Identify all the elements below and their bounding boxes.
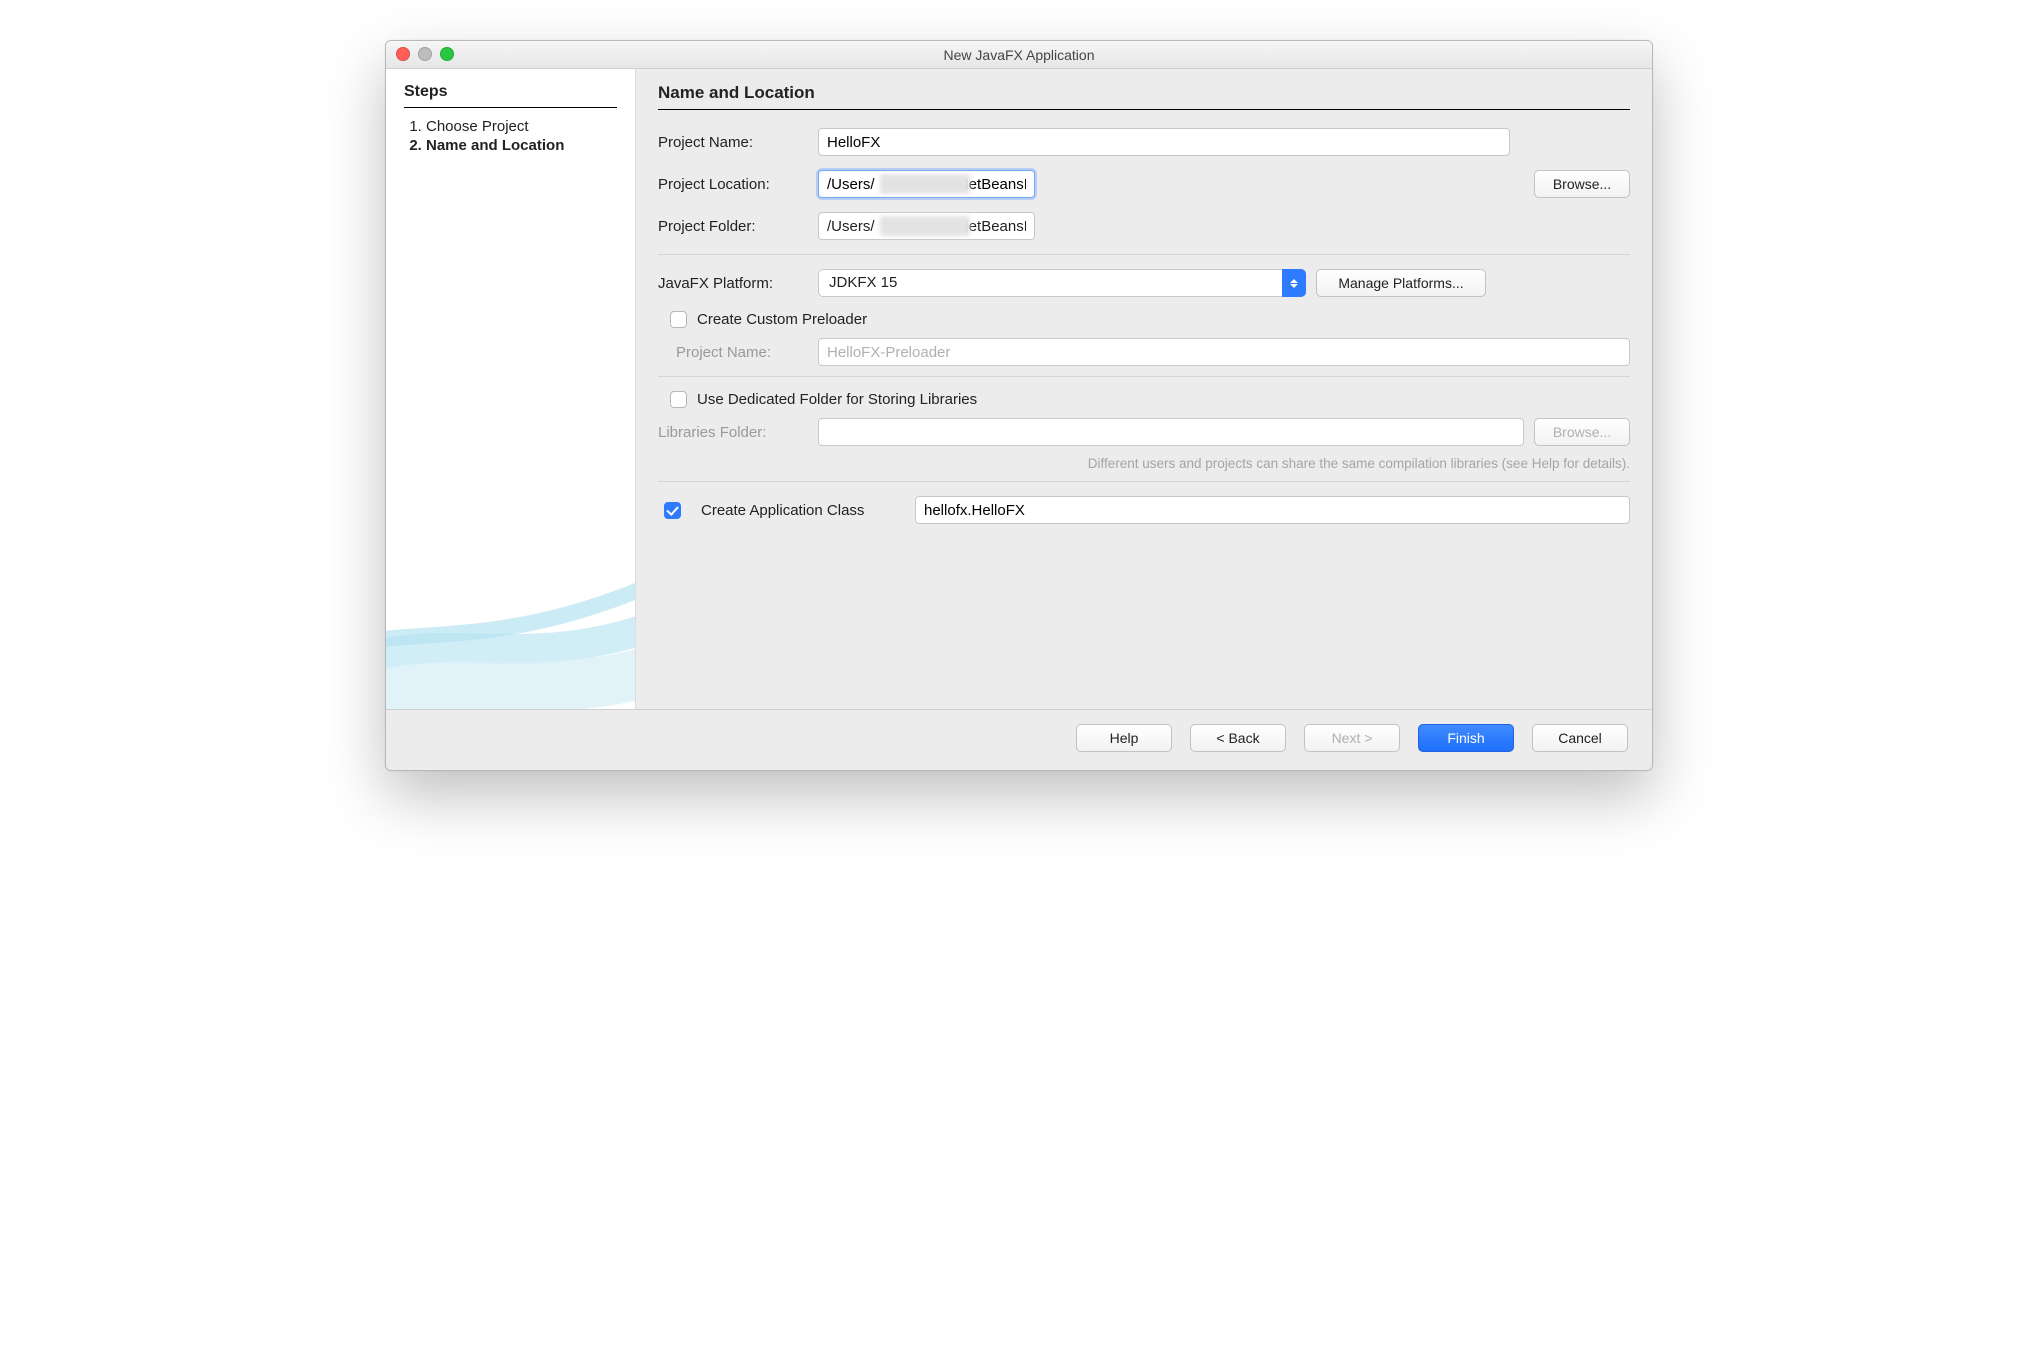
dedicated-folder-label: Use Dedicated Folder for Storing Librari…	[697, 391, 977, 408]
create-preloader-label: Create Custom Preloader	[697, 311, 867, 328]
help-button[interactable]: Help	[1076, 724, 1172, 752]
preloader-name-input	[818, 338, 1630, 366]
titlebar: New JavaFX Application	[386, 41, 1652, 69]
browse-libraries-button: Browse...	[1534, 418, 1630, 446]
libraries-folder-label: Libraries Folder:	[658, 424, 808, 441]
wizard-footer: Help < Back Next > Finish Cancel	[386, 709, 1652, 770]
window-title: New JavaFX Application	[944, 47, 1095, 63]
libraries-hint: Different users and projects can share t…	[658, 456, 1630, 471]
libraries-folder-input	[818, 418, 1524, 446]
finish-button[interactable]: Finish	[1418, 724, 1514, 752]
page-title: Name and Location	[658, 83, 1630, 103]
project-folder-label: Project Folder:	[658, 218, 808, 235]
steps-list: Choose Project Name and Location	[404, 118, 617, 154]
main-panel: Name and Location Project Name: Project …	[636, 69, 1652, 709]
create-app-class-checkbox[interactable]	[664, 502, 681, 519]
app-class-input[interactable]	[915, 496, 1630, 524]
wizard-window: New JavaFX Application Steps Choose Proj…	[385, 40, 1653, 771]
minimize-icon[interactable]	[418, 47, 432, 61]
create-app-class-label: Create Application Class	[701, 502, 901, 519]
javafx-platform-label: JavaFX Platform:	[658, 275, 808, 292]
close-icon[interactable]	[396, 47, 410, 61]
chevron-updown-icon	[1282, 269, 1306, 297]
project-name-input[interactable]	[818, 128, 1510, 156]
preloader-name-label: Project Name:	[658, 344, 808, 361]
step-name-and-location: Name and Location	[426, 137, 617, 154]
back-button[interactable]: < Back	[1190, 724, 1286, 752]
next-button: Next >	[1304, 724, 1400, 752]
project-location-label: Project Location:	[658, 176, 808, 193]
project-name-label: Project Name:	[658, 134, 808, 151]
manage-platforms-button[interactable]: Manage Platforms...	[1316, 269, 1486, 297]
javafx-platform-value: JDKFX 15	[818, 269, 1306, 297]
cancel-button[interactable]: Cancel	[1532, 724, 1628, 752]
steps-heading: Steps	[404, 83, 617, 101]
window-controls	[396, 47, 454, 61]
browse-location-button[interactable]: Browse...	[1534, 170, 1630, 198]
zoom-icon[interactable]	[440, 47, 454, 61]
decorative-wave-icon	[386, 479, 636, 709]
dedicated-folder-checkbox[interactable]	[670, 391, 687, 408]
javafx-platform-select[interactable]: JDKFX 15	[818, 269, 1306, 297]
step-choose-project: Choose Project	[426, 118, 617, 135]
create-preloader-checkbox[interactable]	[670, 311, 687, 328]
steps-sidebar: Steps Choose Project Name and Location	[386, 69, 636, 709]
